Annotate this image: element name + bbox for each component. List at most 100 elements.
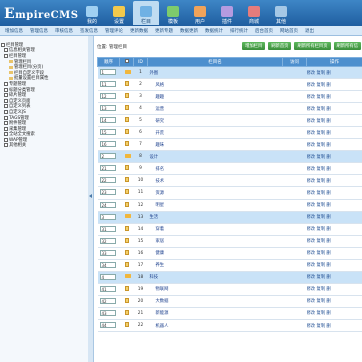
row-actions[interactable]: 修改 复制 删 bbox=[306, 138, 362, 152]
table-row[interactable]: 24 12 明星 修改 复制 删 bbox=[97, 199, 362, 212]
row-actions[interactable]: 修改 复制 删 bbox=[306, 78, 362, 92]
row-actions[interactable]: 修改 复制 删 bbox=[306, 283, 362, 296]
subnav-link[interactable]: 后台首页 bbox=[255, 28, 273, 34]
topnav-item-5[interactable]: 插件 bbox=[214, 1, 240, 25]
order-input[interactable]: 14 bbox=[99, 117, 116, 124]
table-row[interactable]: 43 21 新能源 修改 复制 删 bbox=[97, 307, 362, 320]
table-row[interactable]: 13 4 运营 修改 复制 删 bbox=[97, 102, 362, 116]
row-actions[interactable]: 修改 复制 删 bbox=[306, 90, 362, 104]
table-row[interactable]: 41 19 物联网 修改 复制 删 bbox=[97, 283, 362, 296]
order-input[interactable]: 12 bbox=[99, 93, 116, 100]
column-name[interactable]: 资源 bbox=[147, 186, 283, 200]
topnav-item-1[interactable]: 设置 bbox=[106, 1, 132, 25]
action-button[interactable]: 增加栏目 bbox=[242, 42, 266, 50]
row-actions[interactable]: 修改 复制 删 bbox=[306, 186, 362, 200]
table-row[interactable]: 21 9 排名 修改 复制 删 bbox=[97, 162, 362, 176]
tree-item[interactable]: 其他相关 bbox=[1, 143, 48, 148]
row-actions[interactable]: 修改 复制 删 bbox=[306, 150, 362, 164]
row-actions[interactable]: 修改 复制 删 bbox=[306, 199, 362, 212]
row-actions[interactable]: 修改 复制 删 bbox=[306, 259, 362, 272]
subnav-link[interactable]: 增加信息 bbox=[5, 28, 23, 34]
expand-box-icon[interactable] bbox=[4, 48, 8, 53]
subnav-link[interactable]: 排行统计 bbox=[230, 28, 248, 34]
order-input[interactable]: 24 bbox=[99, 201, 116, 208]
table-row[interactable]: 15 6 开荒 修改 复制 删 bbox=[97, 126, 362, 140]
table-row[interactable]: 16 7 趣味 修改 复制 删 bbox=[97, 138, 362, 152]
subnav-link[interactable]: 网站首页 bbox=[280, 28, 298, 34]
order-input[interactable]: 13 bbox=[99, 105, 116, 112]
expand-box-icon[interactable] bbox=[4, 132, 8, 137]
expand-box-icon[interactable] bbox=[4, 87, 8, 92]
table-row[interactable]: 44 22 机器人 修改 复制 删 bbox=[97, 319, 362, 333]
order-input[interactable]: 11 bbox=[99, 81, 116, 88]
column-name[interactable]: 研究 bbox=[147, 114, 283, 128]
table-row[interactable]: 33 16 健康 修改 复制 删 bbox=[97, 247, 362, 260]
table-row[interactable]: 3 13 生活 修改 复制 删 bbox=[97, 211, 362, 224]
expand-box-icon[interactable] bbox=[4, 104, 8, 109]
subnav-link[interactable]: 审核信息 bbox=[55, 28, 73, 34]
order-input[interactable]: 1 bbox=[99, 69, 116, 76]
topnav-item-6[interactable]: 商城 bbox=[241, 1, 267, 25]
column-name[interactable]: 大数据 bbox=[147, 295, 283, 308]
table-row[interactable]: 34 17 养生 修改 复制 删 bbox=[97, 259, 362, 272]
subnav-link[interactable]: 更新专题 bbox=[155, 28, 173, 34]
table-row[interactable]: 32 15 家居 修改 复制 删 bbox=[97, 235, 362, 248]
order-input[interactable]: 33 bbox=[99, 249, 116, 256]
order-input[interactable]: 23 bbox=[99, 189, 116, 196]
table-row[interactable]: 12 3 趣趣 修改 复制 删 bbox=[97, 90, 362, 104]
order-input[interactable]: 2 bbox=[99, 153, 116, 160]
column-name[interactable]: 物联网 bbox=[147, 283, 283, 296]
row-actions[interactable]: 修改 复制 删 bbox=[306, 319, 362, 333]
row-actions[interactable]: 修改 复制 删 bbox=[306, 223, 362, 236]
column-name[interactable]: 技术 bbox=[147, 174, 283, 188]
column-name[interactable]: 生活 bbox=[147, 211, 283, 224]
row-actions[interactable]: 修改 复制 删 bbox=[306, 271, 362, 284]
table-row[interactable]: 14 5 研究 修改 复制 删 bbox=[97, 114, 362, 128]
order-input[interactable]: 32 bbox=[99, 237, 116, 244]
expand-box-icon[interactable] bbox=[4, 121, 8, 126]
expand-box-icon[interactable] bbox=[4, 143, 8, 148]
column-name[interactable]: 科技 bbox=[147, 271, 283, 284]
table-row[interactable]: 42 20 大数据 修改 复制 删 bbox=[97, 295, 362, 308]
order-input[interactable]: 43 bbox=[99, 309, 116, 316]
row-actions[interactable]: 修改 复制 删 bbox=[306, 307, 362, 320]
expand-box-icon[interactable] bbox=[4, 126, 8, 131]
order-input[interactable]: 15 bbox=[99, 129, 116, 136]
table-row[interactable]: 1 1 外图 修改 复制 删 bbox=[97, 66, 362, 80]
table-row[interactable]: 4 18 科技 修改 复制 删 bbox=[97, 271, 362, 284]
topnav-item-2[interactable]: 栏目 bbox=[133, 1, 159, 25]
expand-box-icon[interactable] bbox=[4, 98, 8, 103]
table-row[interactable]: 22 10 技术 修改 复制 删 bbox=[97, 174, 362, 188]
column-name[interactable]: 趣味 bbox=[147, 138, 283, 152]
row-actions[interactable]: 修改 复制 删 bbox=[306, 66, 362, 80]
order-input[interactable]: 34 bbox=[99, 261, 116, 268]
order-input[interactable]: 21 bbox=[99, 165, 116, 172]
action-button[interactable]: 刷新首页 bbox=[268, 42, 292, 50]
row-actions[interactable]: 修改 复制 删 bbox=[306, 126, 362, 140]
expand-box-icon[interactable] bbox=[4, 137, 8, 142]
expand-box-icon[interactable] bbox=[4, 109, 8, 114]
column-name[interactable]: 开荒 bbox=[147, 126, 283, 140]
topnav-item-3[interactable]: 模板 bbox=[160, 1, 186, 25]
subnav-link[interactable]: 管理信息 bbox=[30, 28, 48, 34]
subnav-link[interactable]: 数据统计 bbox=[205, 28, 223, 34]
column-name[interactable]: 设计 bbox=[147, 150, 283, 164]
order-input[interactable]: 3 bbox=[99, 213, 116, 220]
column-name[interactable]: 养生 bbox=[147, 259, 283, 272]
table-row[interactable]: 2 8 设计 修改 复制 删 bbox=[97, 150, 362, 164]
subnav-link[interactable]: 更新数据 bbox=[130, 28, 148, 34]
expand-box-icon[interactable] bbox=[4, 53, 8, 58]
column-name[interactable]: 家居 bbox=[147, 235, 283, 248]
subnav-link[interactable]: 数据更新 bbox=[180, 28, 198, 34]
table-row[interactable]: 11 2 风格 修改 复制 删 bbox=[97, 78, 362, 92]
order-input[interactable]: 16 bbox=[99, 141, 116, 148]
topnav-item-4[interactable]: 用户 bbox=[187, 1, 213, 25]
subnav-link[interactable]: 退出 bbox=[305, 28, 314, 34]
row-actions[interactable]: 修改 复制 删 bbox=[306, 174, 362, 188]
row-actions[interactable]: 修改 复制 删 bbox=[306, 235, 362, 248]
row-actions[interactable]: 修改 复制 删 bbox=[306, 162, 362, 176]
order-input[interactable]: 41 bbox=[99, 285, 116, 292]
order-input[interactable]: 22 bbox=[99, 177, 116, 184]
collapse-arrow-icon[interactable] bbox=[89, 194, 92, 198]
subnav-link[interactable]: 管理评论 bbox=[105, 28, 123, 34]
